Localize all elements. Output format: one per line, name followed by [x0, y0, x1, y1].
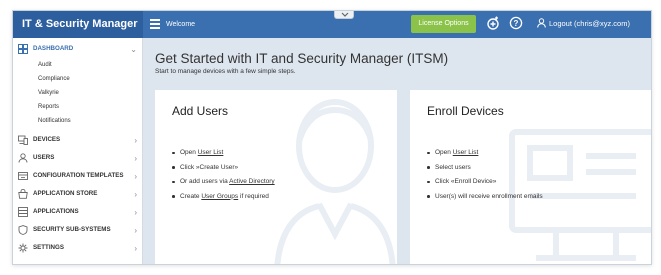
sidebar-subitem-notifications[interactable]: Notifications [38, 118, 71, 124]
welcome-text: Welcome [166, 21, 196, 28]
page-subtitle: Start to manage devices with a few simpl… [155, 68, 296, 75]
list-item: Click «Enroll Device» [427, 178, 543, 193]
svg-text:?: ? [514, 19, 519, 28]
logout-label: Logout (chris@xyz.com) [549, 19, 630, 28]
sidebar-item-label: DEVICES [33, 136, 61, 143]
chevron-right-icon: › [134, 172, 137, 181]
logout-link[interactable]: Logout (chris@xyz.com) [537, 11, 630, 36]
enroll-devices-steps: Open User List Select users Click «Enrol… [427, 149, 543, 207]
brand-title: IT & Security Manager [13, 11, 143, 38]
sidebar-item-label: SECURITY SUB-SYSTEMS [33, 226, 111, 233]
applications-icon [18, 207, 28, 217]
sidebar-subitem-audit[interactable]: Audit [38, 62, 52, 68]
add-users-steps: Open User List Click »Create User» Or ad… [172, 149, 275, 207]
chevron-right-icon: › [134, 208, 137, 217]
step-text: User(s) will receive enrollment emails [435, 192, 543, 200]
step-text: Select users [435, 163, 471, 171]
top-bar: IT & Security Manager Welcome License Op… [13, 11, 651, 38]
sidebar-item-label: APPLICATION STORE [33, 190, 98, 197]
sidebar-item-security-sub-systems[interactable]: SECURITY SUB-SYSTEMS › [13, 221, 143, 239]
list-item: Select users [427, 164, 543, 179]
list-item: Open User List [172, 149, 275, 164]
sidebar-item-application-store[interactable]: APPLICATION STORE › [13, 185, 143, 203]
user-list-link[interactable]: User List [198, 149, 224, 156]
step-text: Open [435, 149, 453, 156]
sidebar-item-configuration-templates[interactable]: CONFIGURATION TEMPLATES › [13, 167, 143, 185]
main-content: Get Started with IT and Security Manager… [144, 38, 651, 264]
list-item: Create User Groups if required [172, 193, 275, 208]
add-users-card: Add Users Open User List Click »Create U… [155, 90, 397, 264]
step-text: Or add users via [180, 178, 230, 185]
shield-icon [18, 225, 28, 235]
list-item: User(s) will receive enrollment emails [427, 193, 543, 208]
chevron-right-icon: › [134, 226, 137, 235]
sidebar-item-label: CONFIGURATION TEMPLATES [33, 172, 124, 179]
sidebar-item-label: USERS [33, 154, 55, 161]
store-icon [18, 189, 28, 199]
step-text: Click »Create User» [180, 163, 239, 171]
sidebar-subitem-compliance[interactable]: Compliance [38, 76, 70, 82]
chevron-right-icon: › [134, 136, 137, 145]
list-item: Click »Create User» [172, 164, 275, 179]
sidebar-item-label: DASHBOARD [33, 45, 74, 52]
enroll-devices-card: Enroll Devices Open User List Select use… [410, 90, 651, 264]
chevron-right-icon: › [134, 154, 137, 163]
add-icon[interactable] [486, 16, 500, 30]
gear-icon [18, 243, 28, 253]
devices-icon [18, 135, 28, 145]
step-text: if required [238, 192, 269, 200]
sidebar-item-label: APPLICATIONS [33, 208, 79, 215]
list-item: Open User List [427, 149, 543, 164]
sidebar: DASHBOARD ⌄ Audit Compliance Valkyrie Re… [13, 38, 143, 264]
sidebar-item-settings[interactable]: SETTINGS › [13, 239, 143, 257]
user-silhouette-icon [274, 99, 396, 264]
sidebar-subitem-reports[interactable]: Reports [38, 104, 59, 110]
chevron-right-icon: › [134, 190, 137, 199]
chevron-down-icon: ⌄ [130, 45, 137, 54]
step-text: Open [180, 149, 198, 156]
app-window: IT & Security Manager Welcome License Op… [12, 10, 652, 265]
templates-icon [18, 172, 28, 180]
user-icon [537, 18, 546, 28]
collapse-header-button[interactable] [334, 11, 354, 19]
add-users-title: Add Users [172, 104, 229, 118]
sidebar-item-applications[interactable]: APPLICATIONS › [13, 203, 143, 221]
user-list-link[interactable]: User List [453, 149, 479, 156]
dashboard-icon [18, 44, 28, 54]
step-text: Create [180, 192, 202, 200]
list-item: Or add users via Active Directory [172, 178, 275, 193]
sidebar-subitem-valkyrie[interactable]: Valkyrie [38, 90, 59, 96]
sidebar-item-label: SETTINGS [33, 244, 64, 251]
enroll-devices-title: Enroll Devices [427, 104, 504, 118]
help-icon[interactable]: ? [509, 16, 523, 30]
sidebar-item-users[interactable]: USERS › [13, 149, 143, 167]
step-text: Click «Enroll Device» [435, 178, 497, 185]
chevron-right-icon: › [134, 244, 137, 253]
chevron-down-icon [341, 12, 349, 17]
active-directory-link[interactable]: Active Directory [229, 178, 275, 185]
sidebar-item-devices[interactable]: DEVICES › [13, 131, 143, 149]
user-groups-link[interactable]: User Groups [201, 193, 238, 200]
users-icon [18, 153, 28, 163]
menu-toggle-icon[interactable] [150, 19, 160, 29]
page-title: Get Started with IT and Security Manager… [155, 51, 449, 66]
license-options-button[interactable]: License Options [411, 15, 476, 33]
sidebar-item-dashboard[interactable]: DASHBOARD ⌄ [13, 40, 143, 58]
